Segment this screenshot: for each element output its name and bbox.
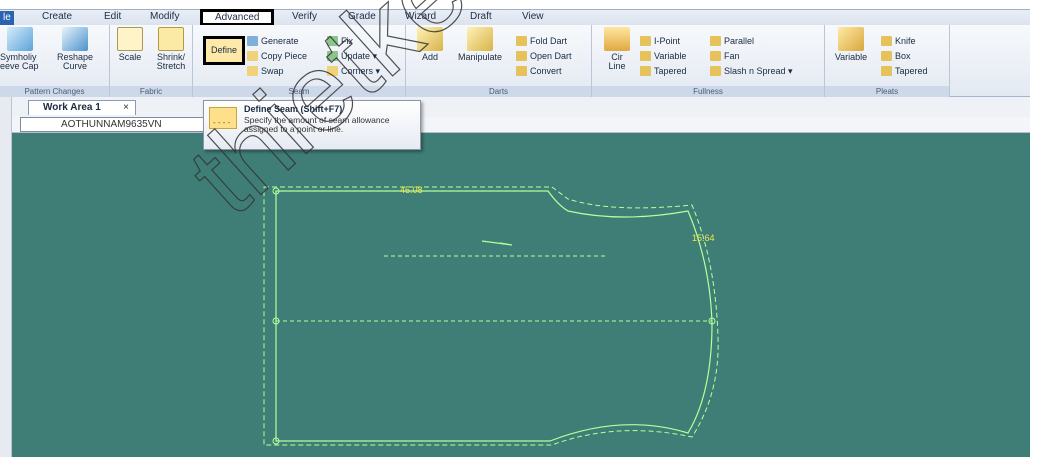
variable-fullness-label: Variable <box>654 51 687 61</box>
box-pleat-icon <box>881 51 892 61</box>
variable-fullness-icon <box>640 51 651 61</box>
variable-pleat-button[interactable]: Variable <box>831 27 871 85</box>
seam-allowance-line <box>263 186 719 446</box>
group-pattern-changes: Symholiy eeve Cap Reshape Curve Pattern … <box>0 25 110 97</box>
sleeve-cap-label: Symholiy eeve Cap <box>0 52 39 71</box>
menu-bar: le Create Edit Modify Advanced Verify Gr… <box>0 9 1030 26</box>
menu-tab-view[interactable]: View <box>522 11 544 25</box>
piece-name-text: AOTHUNNAM9635VN <box>61 119 162 130</box>
fan-icon <box>710 51 721 61</box>
work-area-tabbar: Work Area 1 × <box>0 97 1030 117</box>
knife-pleat-button[interactable]: Knife <box>881 35 916 48</box>
variable-fullness-button[interactable]: Variable <box>640 50 686 63</box>
convert-icon <box>516 66 527 76</box>
fold-dart-icon <box>516 36 527 46</box>
box-pleat-label: Box <box>895 51 911 61</box>
fan-button[interactable]: Fan <box>710 50 740 63</box>
tapered-fullness-icon <box>640 66 651 76</box>
copy-piece-icon <box>247 51 258 61</box>
knife-pleat-label: Knife <box>895 36 916 46</box>
window-edge <box>1030 0 1041 457</box>
menu-tab-create[interactable]: Create <box>42 11 72 25</box>
menu-tab-modify[interactable]: Modify <box>150 11 179 25</box>
right-measure-label: 15.64 <box>692 233 715 243</box>
parallel-icon <box>710 36 721 46</box>
group-pleats: Variable Knife Box Tapered Pleats <box>825 25 950 97</box>
ribbon: Symholiy eeve Cap Reshape Curve Pattern … <box>0 25 1030 97</box>
left-toolstrip <box>0 97 12 457</box>
group-label-pattern-changes: Pattern Changes <box>0 86 109 97</box>
slash-n-spread-label: Slash n Spread ▾ <box>724 66 793 76</box>
fold-dart-button[interactable]: Fold Dart <box>516 35 567 48</box>
shrink-stretch-label: Shrink/ Stretch <box>156 52 186 71</box>
variable-pleat-icon <box>838 27 864 51</box>
cir-line-label: Cir Line <box>608 52 626 71</box>
group-label-fabric: Fabric <box>110 86 192 97</box>
piece-bar: AOTHUNNAM9635VN <box>12 117 1030 133</box>
scale-icon <box>117 27 143 51</box>
slash-n-spread-icon <box>710 66 721 76</box>
menu-tab-edit[interactable]: Edit <box>104 11 121 25</box>
slash-n-spread-button[interactable]: Slash n Spread ▾ <box>710 65 793 78</box>
reshape-curve-icon <box>62 27 88 51</box>
parallel-button[interactable]: Parallel <box>710 35 754 48</box>
group-label-fullness: Fullness <box>592 86 824 97</box>
parallel-label: Parallel <box>724 36 755 46</box>
tapered-fullness-button[interactable]: Tapered <box>640 65 687 78</box>
menu-tab-advanced[interactable]: Advanced <box>200 9 275 26</box>
group-label-pleats: Pleats <box>825 86 949 97</box>
open-dart-icon <box>516 51 527 61</box>
tapered-pleat-icon <box>881 66 892 76</box>
grainline-arrow <box>481 240 513 246</box>
work-area-tab-label: Work Area 1 <box>43 102 101 113</box>
tab-work-area-1[interactable]: Work Area 1 × <box>28 100 136 115</box>
i-point-button[interactable]: I-Point <box>640 35 680 48</box>
fold-dart-label: Fold Dart <box>530 36 568 46</box>
cut-line <box>275 190 713 442</box>
group-label-darts: Darts <box>406 86 591 97</box>
manipulate-label: Manipulate <box>457 52 503 62</box>
scale-label: Scale <box>118 52 142 62</box>
top-measure-label: 45.08 <box>400 185 423 195</box>
cir-line-icon <box>604 27 630 51</box>
group-fullness: Cir Line I-Point Variable Tapered Parall… <box>592 25 825 97</box>
work-area-canvas[interactable]: 45.08 15.64 <box>12 133 1030 457</box>
shrink-stretch-button[interactable]: Shrink/ Stretch <box>150 27 192 85</box>
sleeve-cap-icon <box>7 27 33 51</box>
tapered-fullness-label: Tapered <box>654 66 687 76</box>
reshape-curve-label: Reshape Curve <box>56 52 94 71</box>
define-label: Define <box>210 45 237 55</box>
open-dart-button[interactable]: Open Dart <box>516 50 572 63</box>
pattern-piece[interactable]: 45.08 15.64 <box>12 133 1030 457</box>
fan-label: Fan <box>724 51 740 61</box>
box-pleat-button[interactable]: Box <box>881 50 911 63</box>
shrink-stretch-icon <box>158 27 184 51</box>
menu-tab-file[interactable]: le <box>0 11 14 25</box>
symmetry-sleeve-cap-button[interactable]: Symholiy eeve Cap <box>0 27 40 85</box>
group-fabric: Scale Shrink/ Stretch Fabric <box>110 25 193 97</box>
generate-icon <box>247 36 258 46</box>
scale-button[interactable]: Scale <box>112 27 148 85</box>
close-tab-icon[interactable]: × <box>123 101 129 115</box>
variable-pleat-label: Variable <box>834 52 868 62</box>
tapered-pleat-label: Tapered <box>895 66 928 76</box>
convert-button[interactable]: Convert <box>516 65 562 78</box>
define-seam-button[interactable]: Define <box>203 36 245 65</box>
knife-pleat-icon <box>881 36 892 46</box>
open-dart-label: Open Dart <box>530 51 572 61</box>
i-point-icon <box>640 36 651 46</box>
reshape-curve-button[interactable]: Reshape Curve <box>50 27 100 85</box>
i-point-label: I-Point <box>654 36 681 46</box>
cir-line-button[interactable]: Cir Line <box>600 27 634 85</box>
convert-label: Convert <box>530 66 562 76</box>
tapered-pleat-button[interactable]: Tapered <box>881 65 928 78</box>
